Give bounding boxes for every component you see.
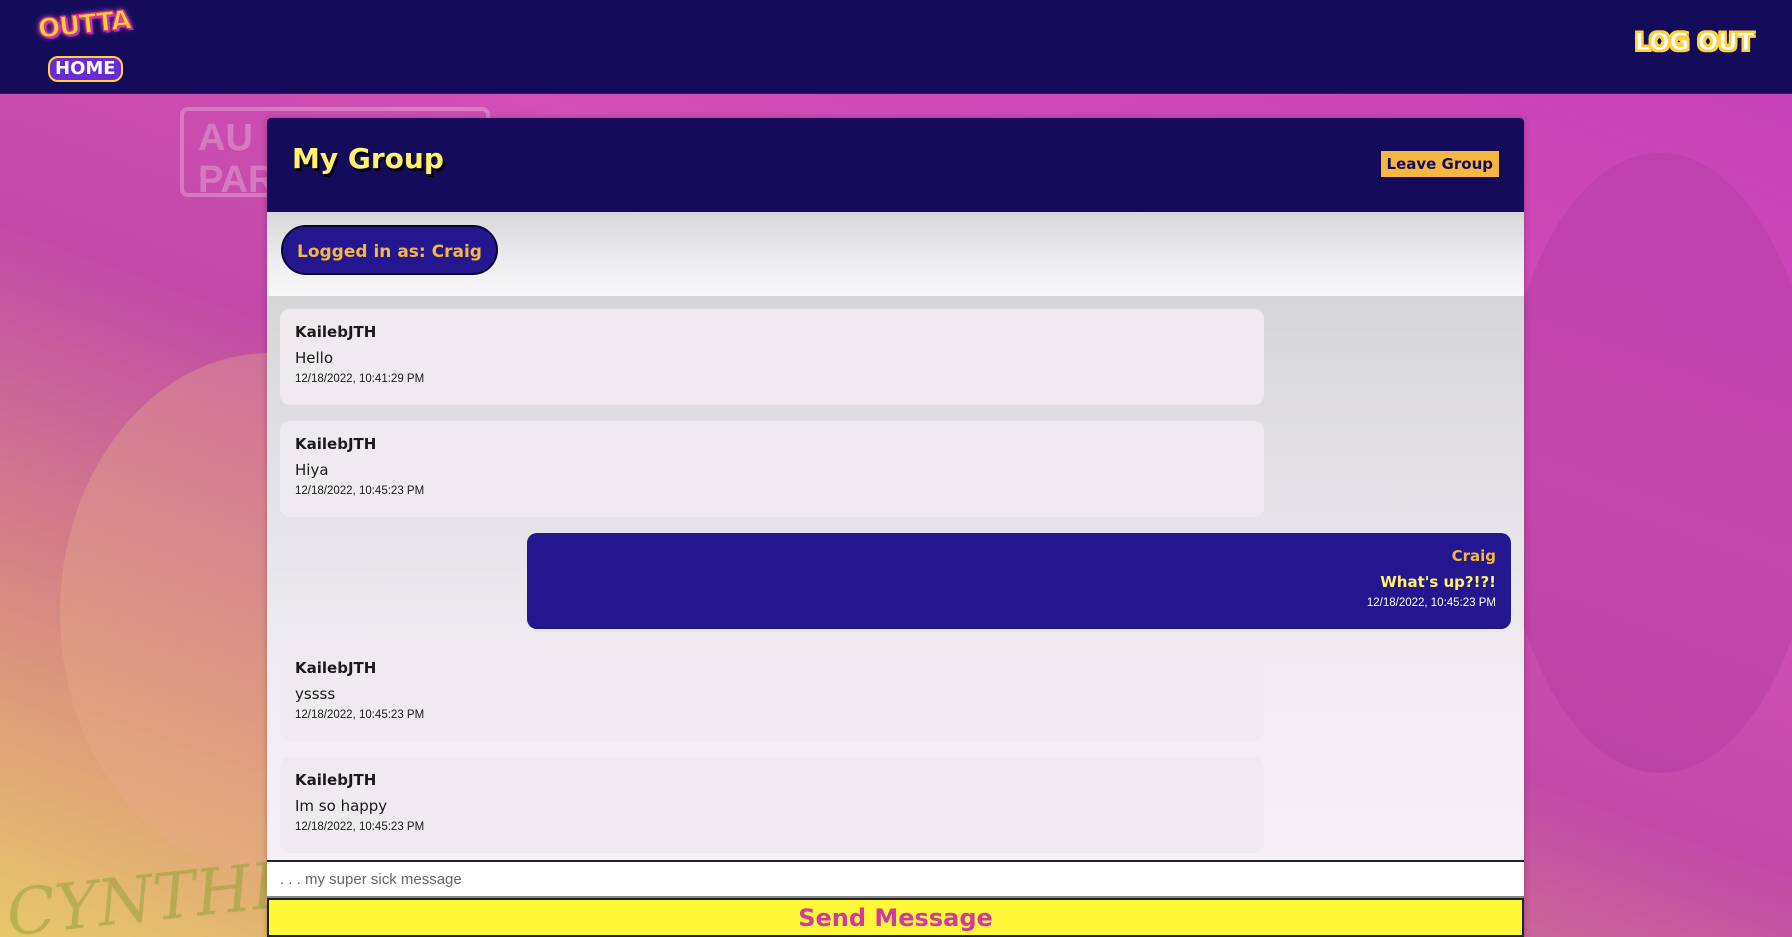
message-input-row bbox=[267, 860, 1524, 898]
user-status-strip: Logged in as: Craig bbox=[267, 212, 1524, 296]
top-nav: OUTTA HOME LOG OUT bbox=[0, 0, 1792, 94]
message-author: KailebJTH bbox=[295, 771, 377, 789]
message-bubble: KailebJTH Hiya 12/18/2022, 10:45:23 PM bbox=[280, 421, 1264, 517]
message-text: Hiya bbox=[295, 461, 329, 479]
message-timestamp: 12/18/2022, 10:45:23 PM bbox=[1366, 597, 1496, 609]
bg-blob bbox=[1500, 153, 1792, 773]
message-input[interactable] bbox=[267, 862, 1524, 896]
chat-header: My Group Leave Group bbox=[267, 118, 1524, 212]
logged-in-badge: Logged in as: Craig bbox=[281, 225, 498, 275]
group-title: My Group bbox=[292, 142, 444, 175]
message-bubble: KailebJTH yssss 12/18/2022, 10:45:23 PM bbox=[280, 645, 1264, 741]
own-message-bubble: Craig What's up?!?! 12/18/2022, 10:45:23… bbox=[527, 533, 1511, 629]
logo-wordmark: OUTTA bbox=[36, 5, 132, 46]
message-timestamp: 12/18/2022, 10:45:23 PM bbox=[295, 821, 425, 833]
message-author: KailebJTH bbox=[295, 323, 377, 341]
message-timestamp: 12/18/2022, 10:45:23 PM bbox=[295, 485, 425, 497]
message-author: KailebJTH bbox=[295, 659, 377, 677]
message-bubble: KailebJTH Im so happy 12/18/2022, 10:45:… bbox=[280, 757, 1264, 853]
message-timestamp: 12/18/2022, 10:41:29 PM bbox=[295, 373, 425, 385]
leave-group-button[interactable]: Leave Group bbox=[1380, 151, 1499, 177]
logout-button[interactable]: LOG OUT bbox=[1634, 28, 1754, 57]
message-author: KailebJTH bbox=[295, 435, 377, 453]
group-chat-panel: My Group Leave Group Logged in as: Craig… bbox=[267, 118, 1524, 937]
home-logo-link[interactable]: OUTTA HOME bbox=[36, 5, 132, 84]
message-text: What's up?!?! bbox=[1380, 573, 1496, 591]
send-message-button[interactable]: Send Message bbox=[267, 898, 1524, 937]
logo-home-badge: HOME bbox=[48, 56, 123, 82]
message-bubble: KailebJTH Hello 12/18/2022, 10:41:29 PM bbox=[280, 309, 1264, 405]
message-list[interactable]: KailebJTH Hello 12/18/2022, 10:41:29 PM … bbox=[267, 296, 1524, 860]
message-author: Craig bbox=[1451, 547, 1496, 565]
message-text: yssss bbox=[295, 685, 336, 703]
message-text: Im so happy bbox=[295, 797, 388, 815]
message-timestamp: 12/18/2022, 10:45:23 PM bbox=[295, 709, 425, 721]
message-text: Hello bbox=[295, 349, 334, 367]
